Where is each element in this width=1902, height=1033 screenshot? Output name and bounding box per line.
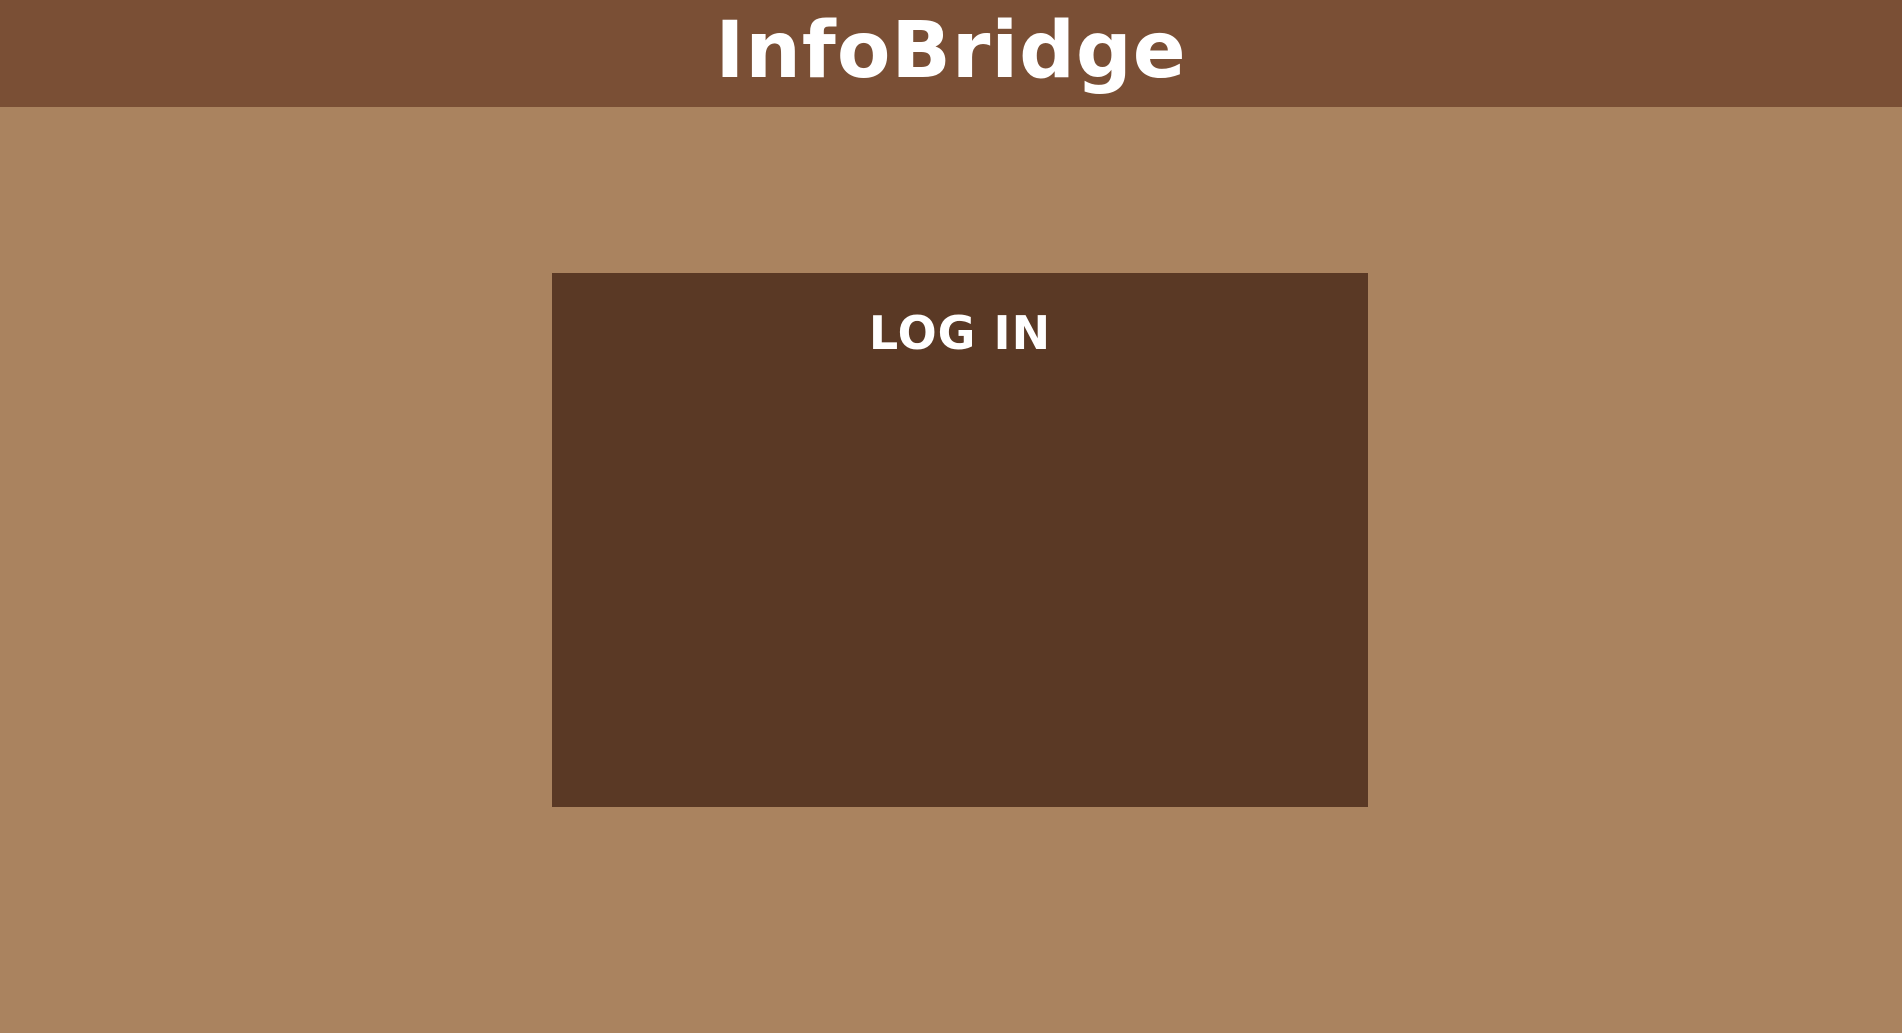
site-title: InfoBridge [715,5,1187,96]
login-panel: LOG IN [552,273,1368,807]
login-title: LOG IN [868,306,1052,360]
top-bar: InfoBridge [0,0,1902,107]
